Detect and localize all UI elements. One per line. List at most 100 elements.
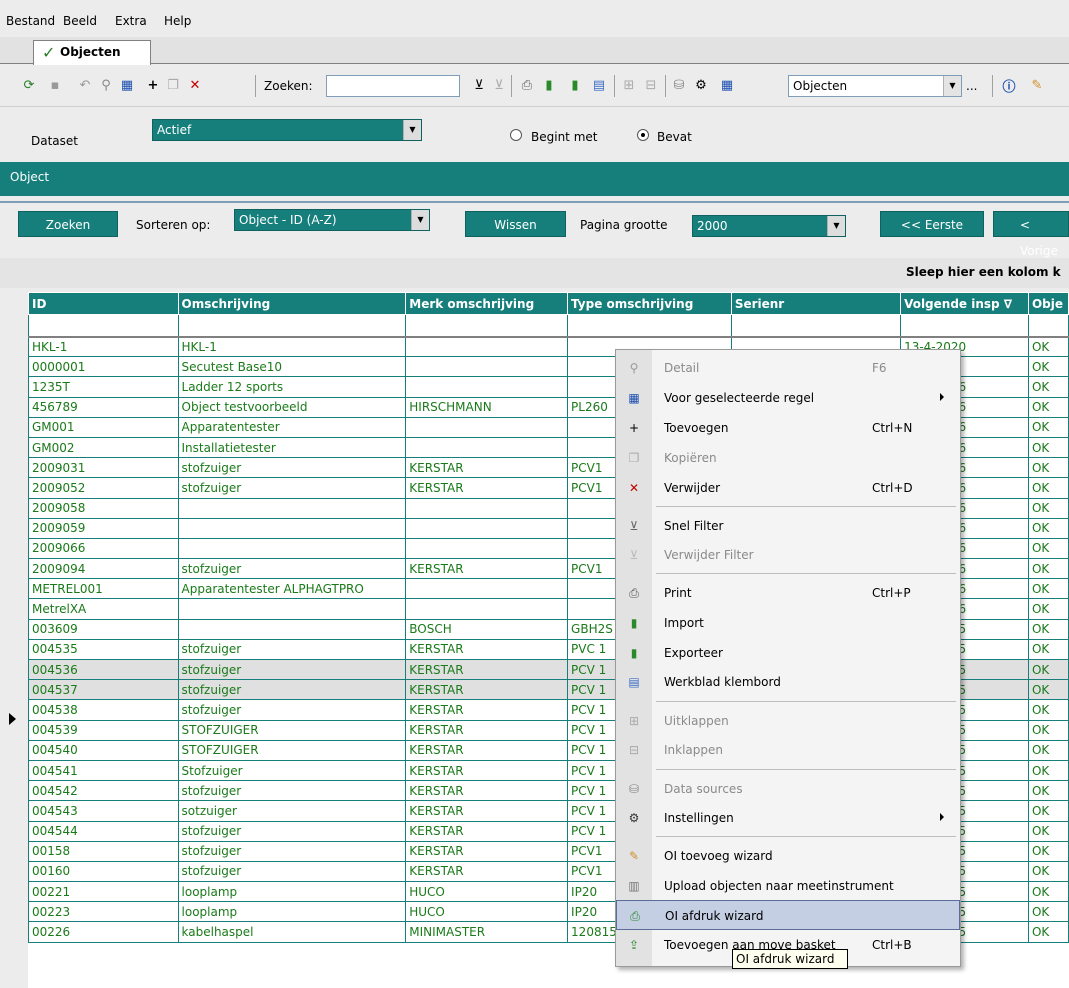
menu-bestand[interactable]: Bestand	[6, 14, 55, 28]
table-cell[interactable]: OK	[1027, 416, 1069, 438]
table-cell[interactable]: Stofzuiger	[177, 759, 407, 782]
copy-icon[interactable]: ❐	[164, 76, 182, 94]
filter-cell[interactable]	[567, 314, 732, 338]
table-cell[interactable]: KERSTAR	[405, 739, 569, 761]
table-cell[interactable]: Installatietester	[177, 436, 407, 459]
table-cell[interactable]: STOFZUIGER	[177, 739, 407, 761]
database-icon[interactable]: ⛁	[670, 76, 688, 94]
table-cell[interactable]: KERSTAR	[405, 658, 569, 681]
wizard-add-icon[interactable]: ✎	[1028, 76, 1046, 94]
table-cell[interactable]: 004539	[28, 719, 179, 741]
table-cell[interactable]: 004543	[28, 800, 179, 822]
table-cell[interactable]: Secutest Base10	[177, 356, 407, 378]
table-cell[interactable]: OK	[1027, 638, 1069, 661]
table-cell[interactable]: 456789	[28, 396, 179, 418]
search-button[interactable]: Zoeken	[18, 211, 118, 237]
table-cell[interactable]: stofzuiger	[177, 699, 407, 721]
grid-filter-row[interactable]	[28, 314, 1069, 338]
table-cell[interactable]: OK	[1027, 335, 1069, 358]
table-cell[interactable]: KERSTAR	[405, 679, 569, 701]
page-size-select[interactable]: 2000 ▼	[692, 215, 846, 237]
filter-cell[interactable]	[405, 314, 569, 338]
more-button[interactable]: ...	[966, 79, 977, 93]
table-cell[interactable]: 00221	[28, 881, 179, 903]
table-cell[interactable]: BOSCH	[405, 618, 569, 640]
table-cell[interactable]: 00160	[28, 860, 179, 883]
table-cell[interactable]	[405, 436, 569, 459]
delete-icon[interactable]: ✕	[186, 76, 204, 94]
column-header[interactable]: ID	[28, 292, 179, 315]
table-cell[interactable]: KERSTAR	[405, 558, 569, 580]
refresh-icon[interactable]: ⟳	[20, 76, 38, 94]
table-cell[interactable]: OK	[1027, 537, 1069, 560]
table-cell[interactable]: kabelhaspel	[177, 921, 407, 943]
table-cell[interactable]: 0000001	[28, 356, 179, 378]
menu-item-uitklappen[interactable]: ⊞ Uitklappen	[616, 706, 960, 736]
menu-extra[interactable]: Extra	[115, 14, 147, 28]
table-cell[interactable]: 00158	[28, 840, 179, 862]
print-icon[interactable]: ⎙	[518, 76, 536, 94]
first-page-button[interactable]: << Eerste	[880, 211, 984, 237]
table-cell[interactable]	[177, 517, 407, 539]
grid-select-icon[interactable]: ▦	[118, 76, 136, 94]
table-cell[interactable]	[177, 618, 407, 640]
expand-icon[interactable]: ⊞	[620, 76, 638, 94]
menu-item-instellingen[interactable]: ⚙ Instellingen	[616, 803, 960, 833]
table-cell[interactable]: stofzuiger	[177, 638, 407, 661]
table-cell[interactable]: HKL-1	[177, 335, 407, 358]
column-header[interactable]: Type omschrijving	[567, 292, 732, 315]
menu-item-import[interactable]: ▮ Import	[616, 608, 960, 638]
column-header[interactable]: Serienr	[730, 292, 902, 315]
table-cell[interactable]: stofzuiger	[177, 780, 407, 802]
save-icon[interactable]: ▪	[46, 76, 64, 94]
table-cell[interactable]: OK	[1027, 376, 1069, 398]
table-cell[interactable]: Apparatentester ALPHAGTPRO	[177, 578, 407, 600]
menu-item-werkblad-klembord[interactable]: ▤ Werkblad klembord	[616, 667, 960, 697]
table-cell[interactable]: OK	[1027, 658, 1069, 681]
table-cell[interactable]: 004544	[28, 820, 179, 842]
table-cell[interactable]: OK	[1027, 881, 1069, 903]
menu-item-oi-toevoeg-wizard[interactable]: ✎ OI toevoeg wizard	[616, 841, 960, 871]
table-cell[interactable]: HKL-1	[28, 335, 179, 358]
table-cell[interactable]: KERSTAR	[405, 457, 569, 479]
column-header[interactable]: Merk omschrijving	[405, 292, 569, 315]
table-cell[interactable]: 00223	[28, 901, 179, 923]
menu-item-oi-afdruk-wizard[interactable]: ⎙ OI afdruk wizard	[616, 900, 960, 930]
table-cell[interactable]: stofzuiger	[177, 860, 407, 883]
menu-item-upload-objecten-naar-meetinstrument[interactable]: ▥ Upload objecten naar meetinstrument	[616, 871, 960, 901]
table-cell[interactable]: 2009031	[28, 457, 179, 479]
table-view-icon[interactable]: ▦	[718, 76, 736, 94]
table-cell[interactable]: 004541	[28, 759, 179, 782]
column-header[interactable]: Omschrijving	[177, 292, 407, 315]
magnifier-icon[interactable]: ⚲	[97, 76, 115, 94]
table-cell[interactable]: METREL001	[28, 578, 179, 600]
table-cell[interactable]	[405, 416, 569, 438]
table-cell[interactable]: KERSTAR	[405, 820, 569, 842]
table-cell[interactable]: OK	[1027, 759, 1069, 782]
table-cell[interactable]: KERSTAR	[405, 780, 569, 802]
filter-cell[interactable]	[28, 314, 179, 338]
table-cell[interactable]: OK	[1027, 356, 1069, 378]
table-cell[interactable]: MINIMASTER	[405, 921, 569, 943]
view-select[interactable]: Objecten ▼	[788, 75, 962, 97]
undo-icon[interactable]: ↶	[76, 76, 94, 94]
column-header[interactable]: Obje	[1027, 292, 1069, 315]
table-cell[interactable]: GM002	[28, 436, 179, 459]
table-cell[interactable]: KERSTAR	[405, 719, 569, 741]
column-header[interactable]: Volgende insp ∇	[900, 292, 1029, 315]
table-cell[interactable]	[405, 598, 569, 620]
sort-select[interactable]: Object - ID (A-Z) ▼	[234, 209, 430, 231]
table-cell[interactable]: KERSTAR	[405, 638, 569, 661]
collapse-icon[interactable]: ⊟	[642, 76, 660, 94]
menu-item-detail[interactable]: ⚲ Detail F6	[616, 353, 960, 383]
table-cell[interactable]	[405, 537, 569, 560]
table-cell[interactable]: sotzuiger	[177, 800, 407, 822]
table-cell[interactable]: HUCO	[405, 881, 569, 903]
dataset-select[interactable]: Actief ▼	[152, 119, 422, 141]
table-cell[interactable]: looplamp	[177, 901, 407, 923]
table-cell[interactable]: stofzuiger	[177, 558, 407, 580]
table-cell[interactable]: OK	[1027, 457, 1069, 479]
table-cell[interactable]: 004536	[28, 658, 179, 681]
table-cell[interactable]: 00226	[28, 921, 179, 943]
table-cell[interactable]: OK	[1027, 780, 1069, 802]
